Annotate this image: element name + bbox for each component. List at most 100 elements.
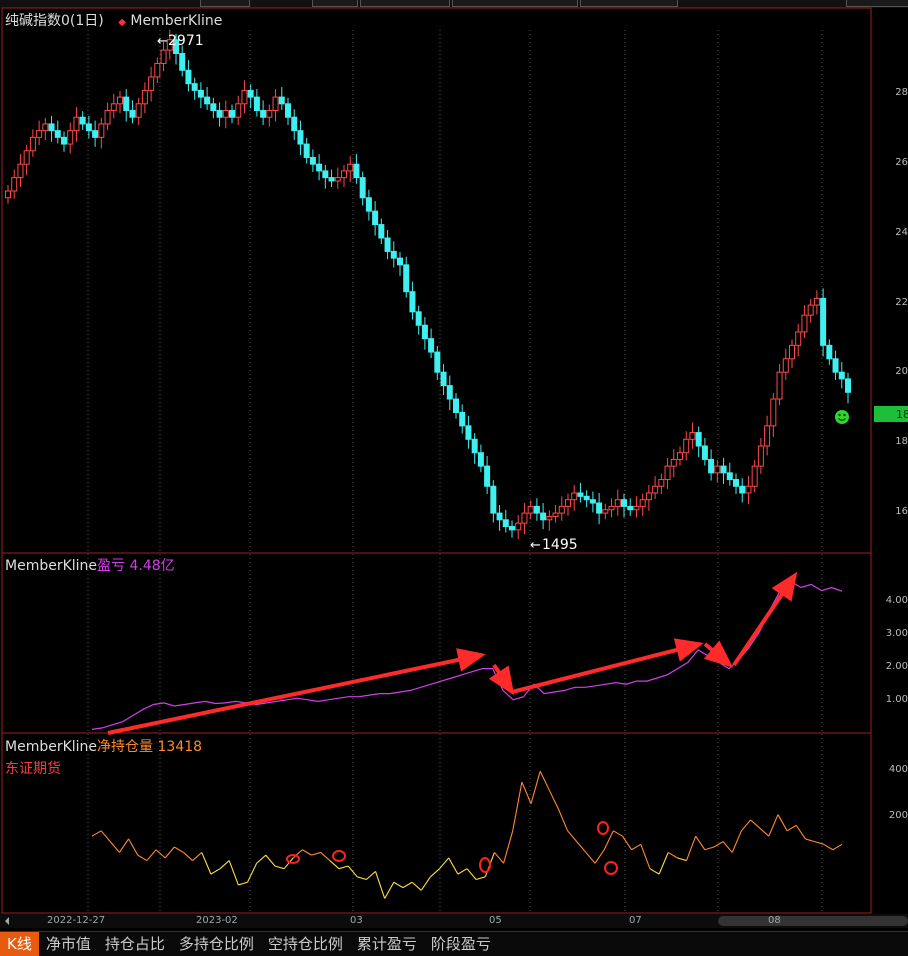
candle-body [61,136,67,145]
price-y-tick: 16 [895,506,908,517]
candlestick-series [5,29,851,540]
candle-body [403,264,410,293]
candle-body [533,505,540,514]
candle-body [17,163,24,179]
candle-body [253,96,260,112]
position-metric: 净持仓量 [97,739,154,755]
position-line-segment [183,852,193,861]
candle-body [397,257,403,266]
tab-kline[interactable]: K线 [0,932,39,956]
position-line-segment [430,868,440,878]
price-y-tick: 18 [895,436,908,447]
x-axis-label: 05 [489,915,502,926]
candle-body [770,398,777,427]
candle-body [838,371,845,380]
candle-body [235,103,242,118]
candle-body [129,110,136,118]
pnl-indicator-name[interactable]: MemberKline [5,558,97,574]
instrument-name: 纯碱指数0(1日) [5,13,104,29]
tab-period-pnl[interactable]: 阶段盈亏 [424,932,498,956]
candle-body [359,177,366,199]
position-line-segment [631,843,642,851]
tab-long-position-ratio[interactable]: 多持仓比例 [172,932,261,956]
candle-body [11,177,18,192]
candle-body [521,512,528,524]
position-line-segment [246,863,258,883]
candle-body [633,505,640,511]
position-line-segment [311,851,321,856]
low-arrow-icon: ← [530,538,541,553]
candle-body [372,210,379,226]
candle-body [48,123,55,132]
candle-body [608,505,615,511]
candle-body [714,465,721,474]
position-y-tick: 400 [888,764,908,775]
candle-body [316,163,323,172]
position-line-segment [238,881,248,886]
high-price-label: 2971 [168,33,204,49]
candle-body [658,479,665,487]
pnl-panel-title: MemberKline盈亏 4.48亿 [5,555,175,575]
candle-body [247,89,254,98]
candle-body [757,445,764,467]
chart-canvas[interactable]: 18 ← 2971 ← 1495 [0,0,908,915]
trend-arrow [511,638,704,694]
pnl-y-tick: 4.00 [885,595,908,606]
candle-body [813,297,820,306]
position-indicator-name[interactable]: MemberKline [5,739,97,755]
position-line-segment [265,854,276,867]
member-name: 东证期货 [5,761,61,777]
candle-body [726,472,733,481]
candle-body [745,485,752,494]
position-line-segment [100,830,111,842]
trend-arrow [488,663,515,696]
tab-position-share[interactable]: 持仓占比 [98,932,172,956]
candle-body [85,123,92,132]
x-axis-label: 03 [350,915,363,926]
price-panel-title: 纯碱指数0(1日) ◆ MemberKline [5,10,222,30]
x-axis-label: 2022-12-27 [47,915,106,926]
candle-body [5,190,11,199]
position-line-segment [640,844,651,869]
candle-body [197,89,204,98]
tab-short-position-ratio[interactable]: 空持仓比例 [261,932,350,956]
candle-body [148,76,155,91]
candle-body [789,344,795,360]
candle-body [490,485,497,514]
indicator-name[interactable]: MemberKline [130,13,222,29]
candle-body [652,485,659,494]
candle-body [154,63,161,78]
candle-body [98,123,105,138]
candle-body [29,136,36,152]
candle-body [739,485,746,494]
pnl-y-tick: 2.00 [885,661,908,672]
candle-body [558,505,565,514]
candle-body [110,103,117,112]
position-line-segment [466,868,477,880]
price-y-tick: 22 [895,297,908,308]
candle-body [229,110,235,118]
pnl-series [91,580,843,730]
candle-body [477,452,484,467]
candle-body [440,371,447,387]
trend-arrow [107,648,486,735]
candle-body [689,432,696,440]
position-line-segment [750,819,761,829]
position-line-segment [174,846,184,853]
candle-body [291,116,298,132]
highlight-circle [479,857,491,873]
candle-body [776,371,783,400]
candle-body [135,103,142,118]
position-line-segment [539,771,550,791]
position-line-segment [622,835,633,851]
tab-cumulative-pnl[interactable]: 累计盈亏 [350,932,424,956]
position-line-segment [439,857,450,870]
position-line-segment [393,881,404,889]
candle-body [664,465,671,481]
candle-body [23,150,30,165]
position-line-segment [494,852,505,864]
candle-body [733,479,739,487]
candle-body [807,304,814,316]
tab-net-market-value[interactable]: 净市值 [39,932,98,956]
candle-body [832,358,839,373]
